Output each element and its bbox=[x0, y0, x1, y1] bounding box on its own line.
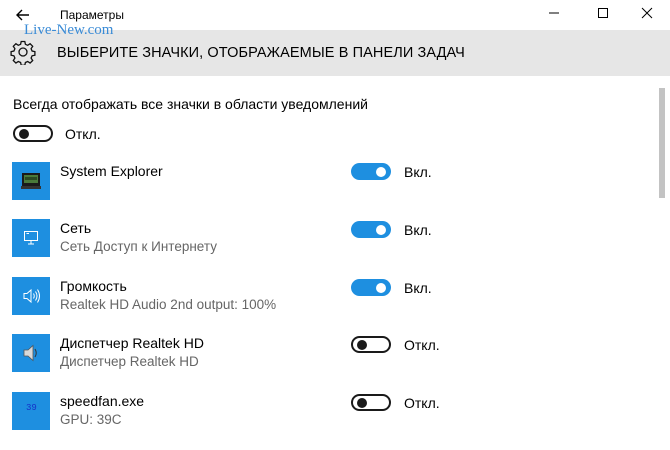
app-status: Диспетчер Realtek HD bbox=[60, 354, 199, 369]
volume-toggle[interactable] bbox=[351, 279, 391, 296]
toggle-knob bbox=[357, 397, 367, 408]
app-name: Громкость bbox=[60, 278, 127, 294]
app-name: Сеть bbox=[60, 220, 92, 236]
always-show-toggle[interactable] bbox=[13, 125, 53, 142]
scrollbar-thumb[interactable] bbox=[659, 88, 665, 198]
close-button[interactable] bbox=[636, 6, 658, 24]
list-item: System Explorer Вкл. bbox=[0, 162, 656, 220]
toggle-knob bbox=[357, 339, 367, 350]
app-name: System Explorer bbox=[60, 163, 163, 179]
maximize-icon bbox=[598, 8, 608, 18]
back-arrow-icon bbox=[16, 9, 29, 21]
network-icon bbox=[12, 219, 50, 257]
speedfan-toggle[interactable] bbox=[351, 394, 391, 411]
app-name: speedfan.exe bbox=[60, 393, 145, 409]
system-explorer-toggle[interactable] bbox=[351, 163, 391, 180]
minimize-button[interactable] bbox=[543, 6, 565, 24]
window-title: Параметры bbox=[60, 8, 124, 22]
app-name: Диспетчер Realtek HD bbox=[60, 335, 204, 351]
settings-content: Всегда отображать все значки в области у… bbox=[0, 76, 656, 448]
network-toggle[interactable] bbox=[351, 221, 391, 238]
realtek-toggle[interactable] bbox=[351, 336, 391, 353]
watermark: Live-New.com bbox=[24, 22, 114, 38]
toggle-state: Вкл. bbox=[404, 222, 432, 238]
list-item: Громкость Realtek HD Audio 2nd output: 1… bbox=[0, 277, 656, 335]
scrollbar[interactable] bbox=[656, 76, 670, 448]
toggle-knob bbox=[376, 282, 386, 293]
toggle-knob bbox=[376, 224, 386, 235]
system-explorer-icon bbox=[12, 162, 50, 200]
app-status: Сеть Доступ к Интернету bbox=[60, 239, 217, 254]
list-item: Диспетчер Realtek HD Диспетчер Realtek H… bbox=[0, 334, 656, 392]
gear-icon bbox=[10, 40, 36, 65]
list-item: Сеть Сеть Доступ к Интернету Вкл. bbox=[0, 219, 656, 277]
always-show-label: Всегда отображать все значки в области у… bbox=[13, 96, 368, 112]
minimize-icon bbox=[549, 12, 559, 14]
list-item: 39 speedfan.exe GPU: 39C Откл. bbox=[0, 392, 656, 450]
toggle-state: Откл. bbox=[404, 337, 440, 353]
toggle-state: Вкл. bbox=[404, 164, 432, 180]
volume-icon bbox=[12, 277, 50, 315]
toggle-state: Вкл. bbox=[404, 280, 432, 296]
speedfan-icon: 39 bbox=[12, 392, 50, 430]
toggle-state: Откл. bbox=[404, 395, 440, 411]
app-status: GPU: 39C bbox=[60, 412, 122, 427]
toggle-knob bbox=[19, 128, 29, 139]
maximize-button[interactable] bbox=[592, 6, 614, 24]
page-title: ВЫБЕРИТЕ ЗНАЧКИ, ОТОБРАЖАЕМЫЕ В ПАНЕЛИ З… bbox=[57, 45, 465, 61]
speedfan-icon-text: 39 bbox=[26, 403, 37, 413]
close-icon bbox=[641, 7, 653, 19]
toggle-knob bbox=[376, 166, 386, 177]
app-status: Realtek HD Audio 2nd output: 100% bbox=[60, 297, 277, 312]
realtek-speaker-icon bbox=[12, 334, 50, 372]
always-show-state: Откл. bbox=[65, 126, 101, 142]
